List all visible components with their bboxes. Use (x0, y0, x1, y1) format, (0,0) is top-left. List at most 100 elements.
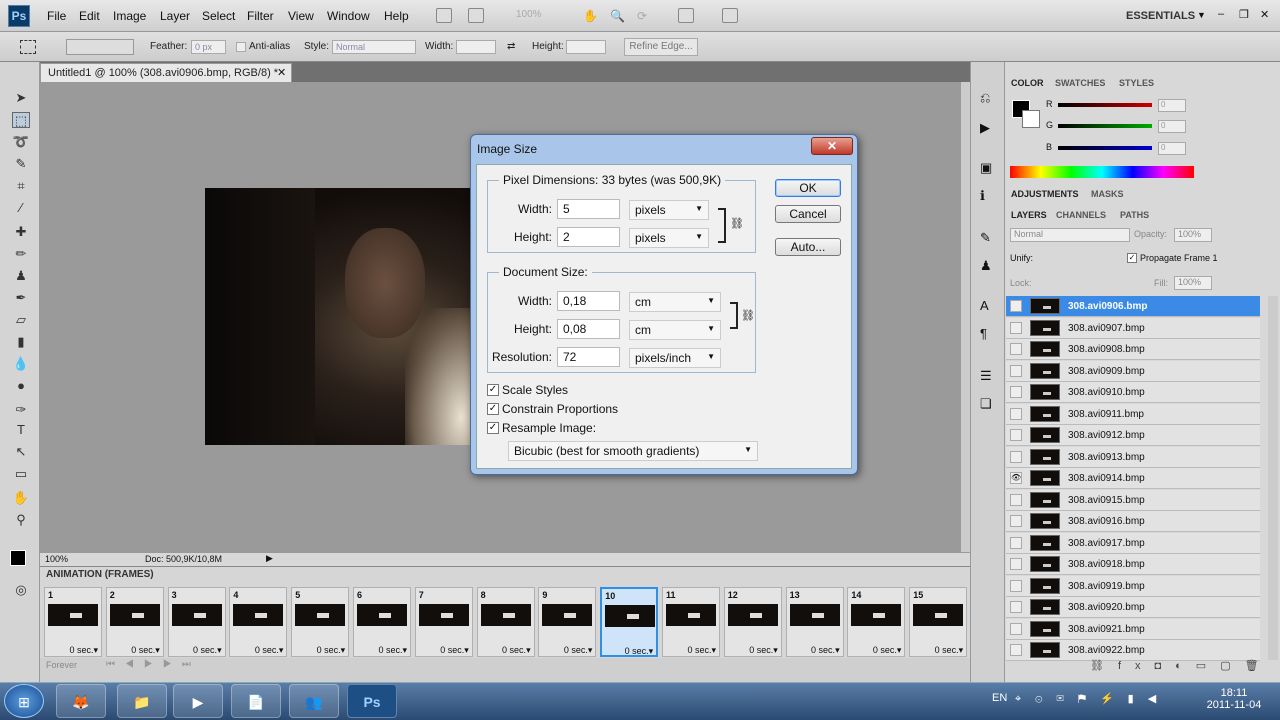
menu-image[interactable]: Image (113, 9, 146, 23)
resample-method-select[interactable]: Bicubic (best for smooth gradients) ▼ (508, 441, 758, 461)
arrange-documents-icon[interactable] (678, 8, 694, 23)
notepad-taskbar-icon[interactable]: 📄 (231, 684, 281, 718)
frame-delay[interactable]: 0 sec.▾ (873, 645, 902, 656)
selection-mode-icons[interactable] (66, 39, 134, 55)
marquee-tool-icon[interactable]: ⬚ (12, 112, 30, 128)
quick-select-tool-icon[interactable]: ✎ (12, 156, 30, 172)
blur-tool-icon[interactable]: 💧 (12, 356, 30, 372)
tray-icons[interactable]: ⌖⊙✉⚑⚡▮◀ (1015, 692, 1170, 706)
blue-value[interactable]: 0 (1158, 142, 1186, 155)
swap-icon[interactable]: ⇄ (507, 41, 515, 52)
tab-masks[interactable]: MASKS (1091, 189, 1124, 199)
zoom-tool-icon[interactable]: ⚲ (12, 512, 30, 528)
visibility-toggle[interactable] (1010, 515, 1022, 527)
visibility-toggle[interactable] (1010, 622, 1022, 635)
shape-tool-icon[interactable]: ▭ (12, 466, 30, 482)
frame-delay[interactable]: 0 sec.▾ (811, 645, 840, 656)
animation-frame[interactable]: 6 0 sec.▾ (353, 587, 411, 657)
visibility-toggle[interactable] (1010, 493, 1022, 506)
doc-width-unit-select[interactable]: cm ▼ (629, 292, 721, 312)
layer-comps-icon[interactable]: ☰ (980, 368, 992, 384)
tab-styles[interactable]: STYLES (1119, 78, 1154, 88)
media-player-taskbar-icon[interactable]: ▶ (173, 684, 223, 718)
doc-width-input[interactable]: 0,18 (557, 291, 620, 311)
red-slider[interactable] (1058, 103, 1152, 107)
explorer-taskbar-icon[interactable]: 📁 (117, 684, 167, 718)
color-spectrum[interactable] (1010, 166, 1194, 178)
visibility-toggle[interactable] (1010, 450, 1022, 463)
foreground-color-swatch[interactable] (10, 550, 26, 566)
red-value[interactable]: 0 (1158, 99, 1186, 112)
visibility-toggle[interactable] (1010, 343, 1022, 355)
eraser-tool-icon[interactable]: ▱ (12, 312, 30, 328)
document-tab[interactable]: Untitled1 @ 100% (308.avi0906.bmp, RGB/8… (40, 63, 292, 82)
menu-filter[interactable]: Filter (247, 9, 274, 23)
animation-frame[interactable]: 15 0 sec.▾ (909, 587, 968, 657)
pen-tool-icon[interactable]: ✑ (12, 402, 30, 418)
frame-delay[interactable]: 0 sec.▾ (564, 645, 593, 656)
animation-frame[interactable]: 14 0 sec.▾ (847, 587, 906, 657)
animation-frame[interactable]: 5 0 sec.▾ (291, 587, 350, 657)
canvas-vertical-scrollbar[interactable] (961, 82, 970, 552)
close-document-icon[interactable]: ✕ (277, 66, 286, 79)
workspace-switcher[interactable]: ESSENTIALS (1126, 10, 1195, 22)
notes-panel-icon[interactable]: ❏ (980, 396, 992, 412)
screen-mode-icon[interactable] (722, 8, 738, 23)
scale-styles-checkbox[interactable]: ✓ (487, 384, 499, 396)
loop-select[interactable]: Forever (46, 660, 77, 670)
hand-tool-icon[interactable]: ✋ (583, 9, 598, 23)
animation-frame[interactable]: 13 0 sec.▾ (785, 587, 844, 657)
pixel-height-unit-select[interactable]: pixels ▼ (629, 228, 709, 248)
frame-delay[interactable]: 0 sec.▾ (749, 645, 778, 656)
animation-frame[interactable]: 2 0 sec.▾ (105, 587, 164, 657)
history-brush-icon[interactable]: ✒ (12, 290, 30, 306)
layers-footer-icons[interactable]: ⛓fx◘◐▭▢🗑 (1090, 659, 1273, 672)
eye-icon[interactable]: 👁 (1010, 472, 1022, 484)
frame-delay[interactable]: 0 sec.▾ (502, 645, 531, 656)
pixel-width-input[interactable]: 5 (557, 199, 620, 219)
doc-height-unit-select[interactable]: cm ▼ (629, 320, 721, 340)
feather-input[interactable]: 0 px (191, 40, 226, 54)
ok-button[interactable]: OK (775, 179, 841, 197)
menu-layer[interactable]: Layer (160, 9, 190, 23)
path-select-icon[interactable]: ↖ (12, 444, 30, 460)
frame-delay[interactable]: 0 sec.▾ (131, 645, 160, 656)
layers-scrollbar[interactable] (1268, 296, 1278, 660)
height-input[interactable] (566, 40, 606, 54)
animation-frame[interactable]: 11 0 sec.▾ (662, 587, 720, 657)
status-zoom[interactable]: 100% (45, 554, 68, 564)
info-panel-icon[interactable]: ℹ (980, 188, 985, 204)
visibility-toggle[interactable] (1010, 601, 1022, 613)
opacity-input[interactable]: 100% (1174, 228, 1212, 242)
color-background-swatch[interactable] (1022, 110, 1040, 128)
tab-channels[interactable]: CHANNELS (1056, 210, 1106, 220)
clone-source-icon[interactable]: ♟ (980, 258, 992, 274)
chevron-down-icon[interactable]: ▼ (1197, 10, 1206, 20)
visibility-toggle[interactable] (1010, 321, 1022, 334)
visibility-toggle[interactable] (1010, 386, 1022, 398)
marquee-preset-icon[interactable] (20, 40, 36, 54)
restore-icon[interactable]: ❐ (1239, 8, 1249, 21)
type-tool-icon[interactable]: T (12, 422, 30, 438)
tab-paths[interactable]: PATHS (1120, 210, 1149, 220)
auto-button[interactable]: Auto... (775, 238, 841, 256)
clone-stamp-icon[interactable]: ♟ (12, 268, 30, 284)
rotate-view-icon[interactable]: ⟳ (637, 9, 647, 23)
photoshop-taskbar-icon[interactable]: Ps (347, 684, 397, 718)
brush-panel-icon[interactable]: ✎ (980, 230, 991, 246)
pixel-width-unit-select[interactable]: pixels ▼ (629, 200, 709, 220)
start-button[interactable]: ⊞ (4, 684, 44, 718)
resolution-input[interactable]: 72 (557, 347, 620, 367)
frame-delay[interactable]: 0 sec.▾ (69, 645, 98, 656)
taskbar-clock[interactable]: 18:11 2011-11-04 (1194, 687, 1274, 711)
firefox-taskbar-icon[interactable]: 🦊 (56, 684, 106, 718)
visibility-toggle[interactable] (1010, 644, 1022, 656)
animation-frame[interactable]: 1 0 sec.▾ (44, 587, 102, 657)
document-image[interactable] (205, 188, 475, 445)
frame-delay[interactable]: 0 sec.▾ (625, 646, 654, 657)
frame-delay[interactable]: 0 sec.▾ (378, 645, 407, 656)
green-slider[interactable] (1058, 124, 1152, 128)
brush-tool-icon[interactable]: ✏ (12, 246, 30, 262)
crop-tool-icon[interactable]: ⌗ (12, 178, 30, 194)
refine-edge-button[interactable]: Refine Edge... (624, 38, 698, 56)
